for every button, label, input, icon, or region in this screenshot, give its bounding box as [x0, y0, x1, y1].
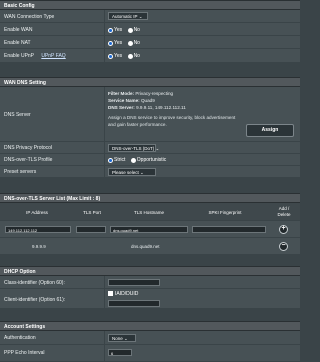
dhcp-option-header: DHCP Option	[0, 266, 300, 276]
dot-profile-label: DNS-over-TLS Profile	[4, 157, 53, 163]
client-identifier-row: Client-identifier (Option 61): IAID/DUID	[0, 289, 300, 309]
column-ip-address: IP Address	[26, 210, 48, 215]
chevron-down-icon: ⌄	[155, 146, 160, 151]
wan-dns-header: WAN DNS Setting	[0, 77, 300, 87]
enable-upnp-row: Enable UPnP UPnP FAQ Yes No	[0, 49, 300, 63]
dns-server-label: DNS Server	[4, 112, 31, 118]
enable-upnp-yes-radio[interactable]	[108, 53, 113, 59]
enable-wan-label: Enable WAN	[4, 27, 33, 33]
basic-config-header: Basic Config	[0, 0, 300, 10]
table-row: 9.9.9.9 dns.quad9.net −	[0, 238, 300, 255]
enable-nat-label: Enable NAT	[4, 40, 31, 46]
dot-profile-row: DNS-over-TLS Profile Strict Opportunisti…	[0, 154, 300, 166]
dot-hostname-input[interactable]: dns.quad9.net	[110, 226, 188, 233]
column-add-delete: Add / Delete	[277, 206, 291, 217]
preset-servers-label: Preset servers	[4, 169, 37, 175]
enable-upnp-label: Enable UPnP	[4, 53, 34, 59]
authentication-select[interactable]: None ⌄	[108, 334, 136, 342]
client-identifier-input[interactable]	[108, 300, 160, 307]
dot-profile-strict-radio[interactable]	[108, 157, 113, 163]
dot-spki-input[interactable]	[192, 226, 266, 233]
class-identifier-input[interactable]	[108, 279, 160, 286]
preset-servers-row: Preset servers Please select ⌄	[0, 166, 300, 178]
filter-mode-line: Filter Mode: Privacy-respecting	[108, 91, 174, 96]
dns-description: Assign a DNS service to improve security…	[108, 115, 236, 127]
chevron-down-icon: ⌄	[140, 170, 144, 175]
dot-list-column-header: IP Address TLS Port TLS Hostname SPKI Fi…	[0, 203, 300, 221]
dot-profile-opportunistic-radio[interactable]	[130, 157, 136, 163]
chevron-down-icon: ⌄	[138, 14, 143, 19]
dot-ip-input[interactable]: 149.112.112.112	[5, 226, 71, 233]
class-identifier-label: Class-identifier (Option 60):	[4, 280, 65, 286]
client-identifier-label: Client-identifier (Option 61):	[4, 297, 66, 303]
dns-privacy-protocol-label: DNS Privacy Protocol	[4, 145, 53, 151]
iaid-duid-label: IAID/DUID	[115, 291, 139, 297]
delete-icon[interactable]: −	[279, 242, 288, 251]
dot-ip-value: 9.9.9.9	[32, 244, 46, 249]
authentication-row: Authentication None ⌄	[0, 331, 300, 345]
wan-connection-type-label: WAN Connection Type	[4, 14, 55, 20]
add-icon[interactable]: +	[279, 225, 288, 234]
ppp-echo-interval-row: PPP Echo Interval 6	[0, 345, 300, 362]
dot-list-header: DNS-over-TLS Server List (Max Limit : 8)	[0, 193, 300, 203]
enable-wan-row: Enable WAN Yes No	[0, 23, 300, 36]
wan-connection-type-row: WAN Connection Type Automatic IP ⌄	[0, 10, 300, 23]
column-spki-fingerprint: SPKI Fingerprint	[208, 210, 242, 215]
table-row: 149.112.112.112 dns.quad9.net +	[0, 221, 300, 238]
upnp-faq-link[interactable]: UPnP FAQ	[41, 53, 65, 59]
assign-button[interactable]: Assign	[246, 124, 294, 137]
column-tls-port: TLS Port	[83, 210, 101, 215]
enable-nat-no-radio[interactable]	[127, 40, 133, 46]
enable-nat-yes-radio[interactable]	[108, 40, 113, 46]
account-settings-header: Account Settings	[0, 321, 300, 331]
ppp-echo-interval-label: PPP Echo Interval	[4, 350, 45, 356]
dot-hostname-value: dns.quad9.net	[131, 244, 160, 249]
service-name-line: Service Name: Quad9	[108, 98, 155, 103]
enable-upnp-no-radio[interactable]	[127, 53, 133, 59]
dns-privacy-protocol-select[interactable]: DNS-over-TLS (DoT) ⌄	[108, 144, 159, 152]
column-tls-hostname: TLS Hostname	[133, 210, 164, 215]
class-identifier-row: Class-identifier (Option 60):	[0, 276, 300, 289]
dns-server-row: DNS Server Filter Mode: Privacy-respecti…	[0, 87, 300, 142]
enable-nat-row: Enable NAT Yes No	[0, 36, 300, 49]
enable-wan-yes-radio[interactable]	[108, 27, 113, 33]
dot-port-input[interactable]	[76, 226, 106, 233]
iaid-duid-checkbox[interactable]	[108, 291, 113, 297]
chevron-down-icon: ⌄	[124, 336, 128, 341]
authentication-label: Authentication	[4, 335, 36, 341]
wan-connection-type-select[interactable]: Automatic IP ⌄	[108, 12, 148, 20]
enable-wan-no-radio[interactable]	[127, 27, 133, 33]
dns-server-line: DNS Server: 9.9.9.11, 149.112.112.11	[108, 105, 186, 110]
preset-servers-select[interactable]: Please select ⌄	[108, 168, 156, 176]
dns-privacy-protocol-row: DNS Privacy Protocol DNS-over-TLS (DoT) …	[0, 142, 300, 154]
ppp-echo-interval-input[interactable]: 6	[108, 349, 132, 356]
